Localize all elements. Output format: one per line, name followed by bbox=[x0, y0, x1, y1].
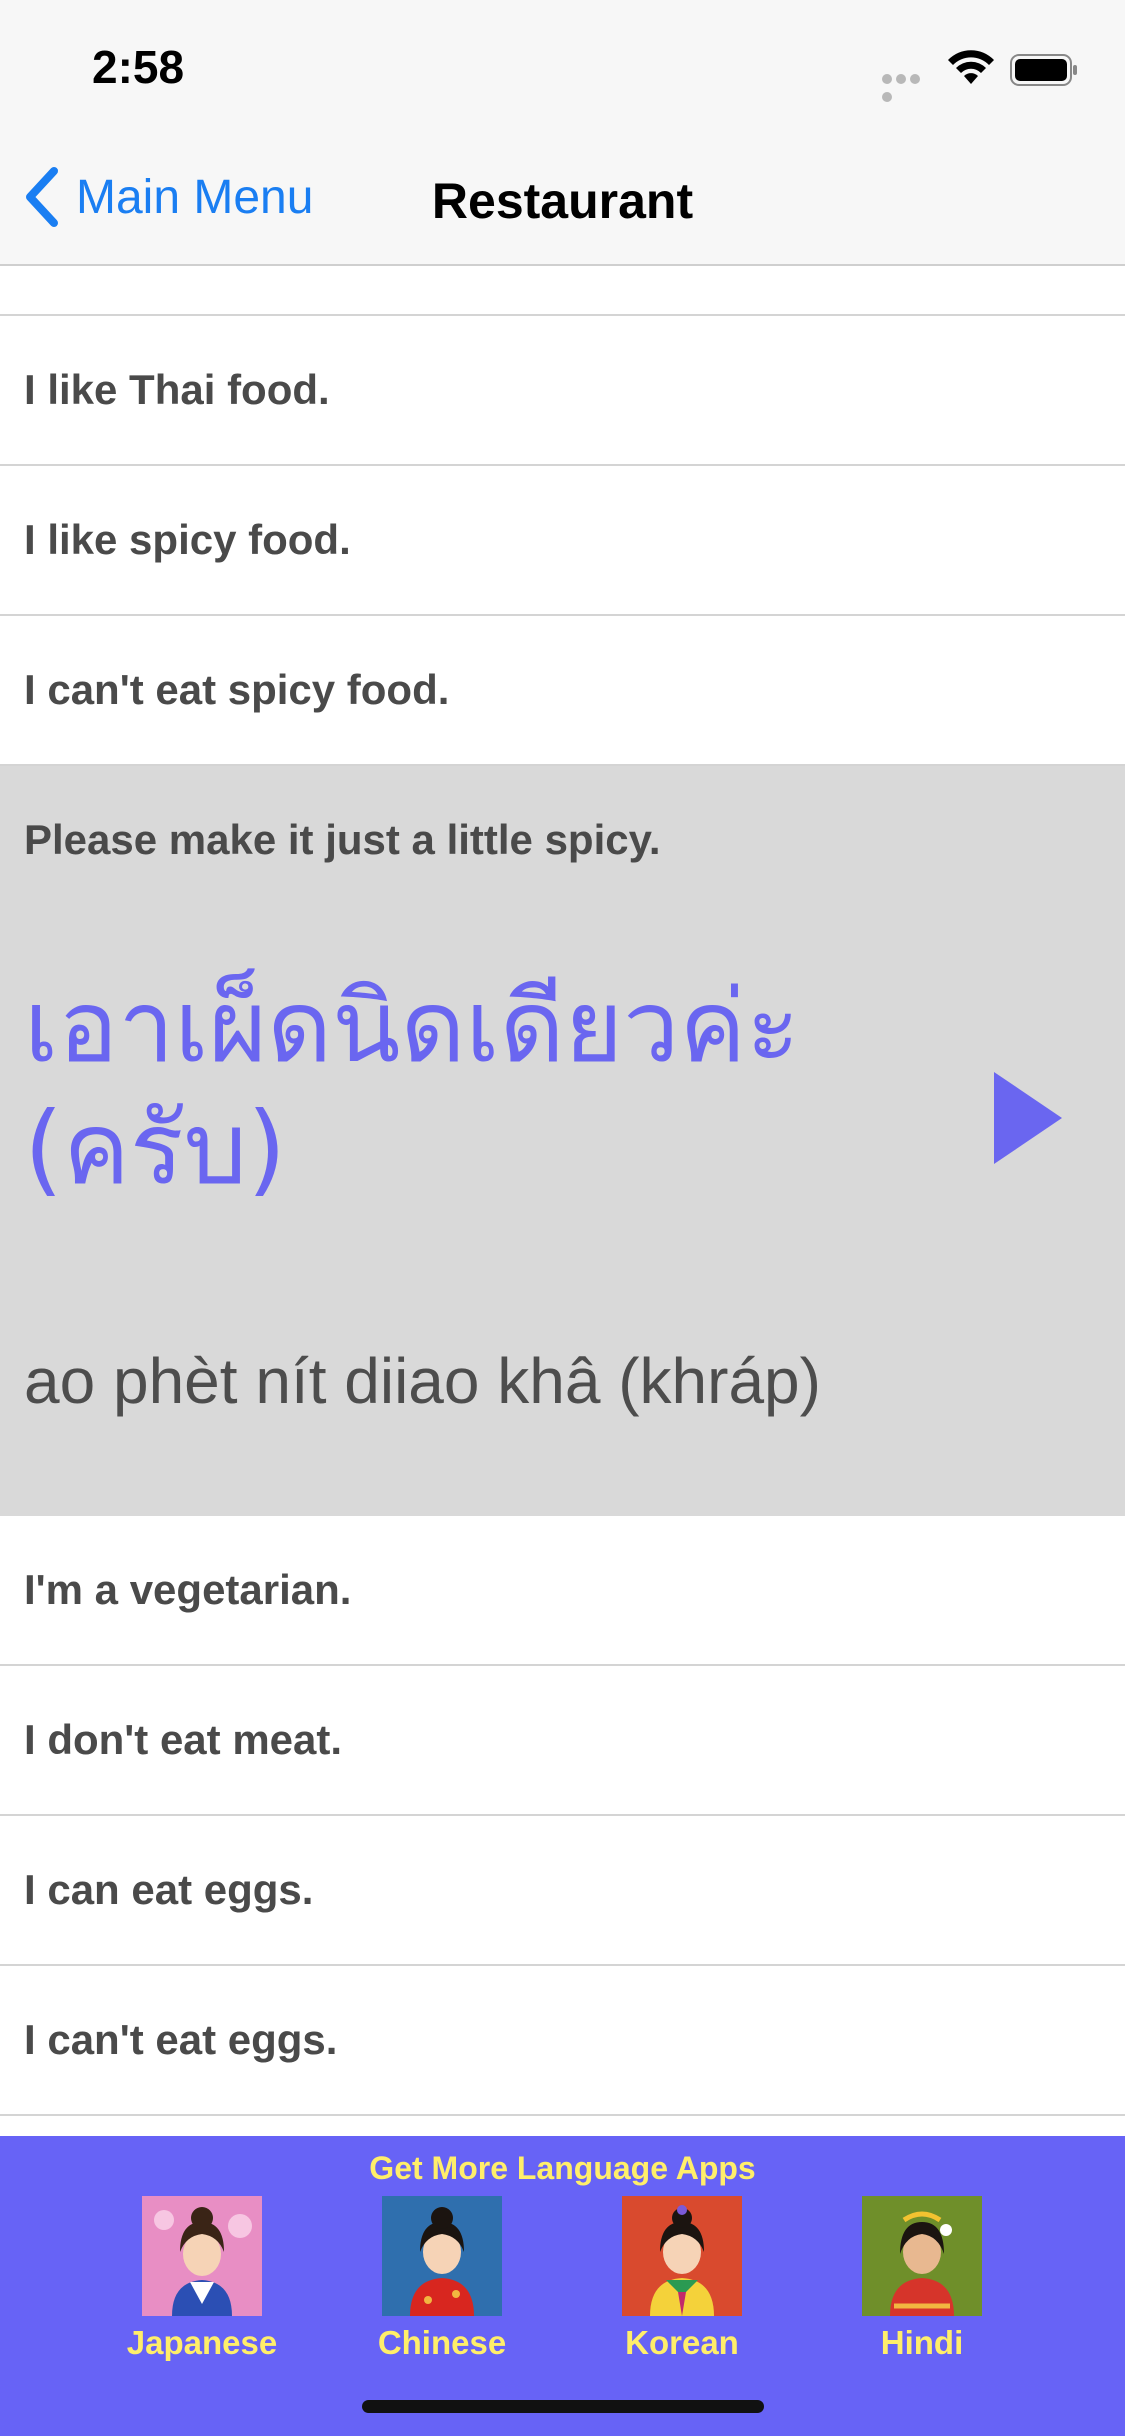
phrase-label: I don't eat meat. bbox=[24, 1716, 343, 1763]
status-time: 2:58 bbox=[92, 41, 185, 93]
signal-dots-icon bbox=[882, 74, 934, 102]
hindi-avatar bbox=[862, 2196, 982, 2316]
home-indicator[interactable] bbox=[362, 2400, 764, 2413]
phrase-label: I like spicy food. bbox=[24, 516, 351, 563]
list-item[interactable]: I can eat eggs. bbox=[0, 1816, 1125, 1966]
expanded-english-text: Please make it just a little spicy. bbox=[24, 816, 661, 863]
expanded-romanization-text: ao phèt nít diiao khâ (khráp) bbox=[24, 1345, 821, 1417]
list-item[interactable]: I like Thai food. bbox=[0, 316, 1125, 466]
app-tile-chinese[interactable]: Chinese bbox=[342, 2196, 542, 2362]
list-item[interactable]: I don't eat meat. bbox=[0, 1666, 1125, 1816]
phrase-list[interactable]: I like Thai food. I like spicy food. I c… bbox=[0, 266, 1125, 2136]
japanese-avatar bbox=[142, 2196, 262, 2316]
promo-banner: Get More Language Apps Japanese Chinese … bbox=[0, 2136, 1125, 2436]
app-label: Chinese bbox=[377, 2324, 507, 2361]
list-item-partial[interactable] bbox=[0, 266, 1125, 316]
list-item[interactable]: I like spicy food. bbox=[0, 466, 1125, 616]
expanded-thai-text: เอาเผ็ดนิดเดียวค่ะ (ครับ) bbox=[24, 968, 800, 1207]
back-label: Main Menu bbox=[76, 170, 314, 224]
phrase-label: I can eat eggs. bbox=[24, 1866, 314, 1913]
app-tile-hindi[interactable]: Hindi bbox=[822, 2196, 1022, 2362]
list-item[interactable]: I'm a vegetarian. bbox=[0, 1516, 1125, 1666]
promo-title: Get More Language Apps bbox=[369, 2150, 756, 2186]
phrase-label: I can't eat eggs. bbox=[24, 2016, 338, 2063]
phrase-label: I like Thai food. bbox=[24, 366, 330, 413]
list-item[interactable]: I can't eat spicy food. bbox=[0, 616, 1125, 766]
chinese-avatar bbox=[382, 2196, 502, 2316]
app-tile-korean[interactable]: Korean bbox=[582, 2196, 782, 2362]
app-label: Japanese bbox=[126, 2324, 278, 2361]
status-bar: 2:58 bbox=[0, 0, 1125, 132]
wifi-icon bbox=[948, 50, 994, 84]
list-item[interactable]: I can't eat eggs. bbox=[0, 1966, 1125, 2116]
back-button[interactable]: Main Menu bbox=[22, 162, 313, 232]
phrase-label: I'm a vegetarian. bbox=[24, 1566, 352, 1613]
app-tile-japanese[interactable]: Japanese bbox=[102, 2196, 302, 2362]
korean-avatar bbox=[622, 2196, 742, 2316]
navigation-bar: Main Menu Restaurant bbox=[0, 132, 1125, 266]
app-label: Korean bbox=[625, 2324, 739, 2361]
phrase-label: I can't eat spicy food. bbox=[24, 666, 450, 713]
battery-icon bbox=[1010, 54, 1077, 86]
list-item-expanded[interactable]: Please make it just a little spicy. เอาเ… bbox=[0, 766, 1125, 1516]
chevron-left-icon bbox=[26, 167, 58, 227]
play-icon[interactable] bbox=[990, 1068, 1066, 1168]
app-label: Hindi bbox=[880, 2324, 964, 2361]
